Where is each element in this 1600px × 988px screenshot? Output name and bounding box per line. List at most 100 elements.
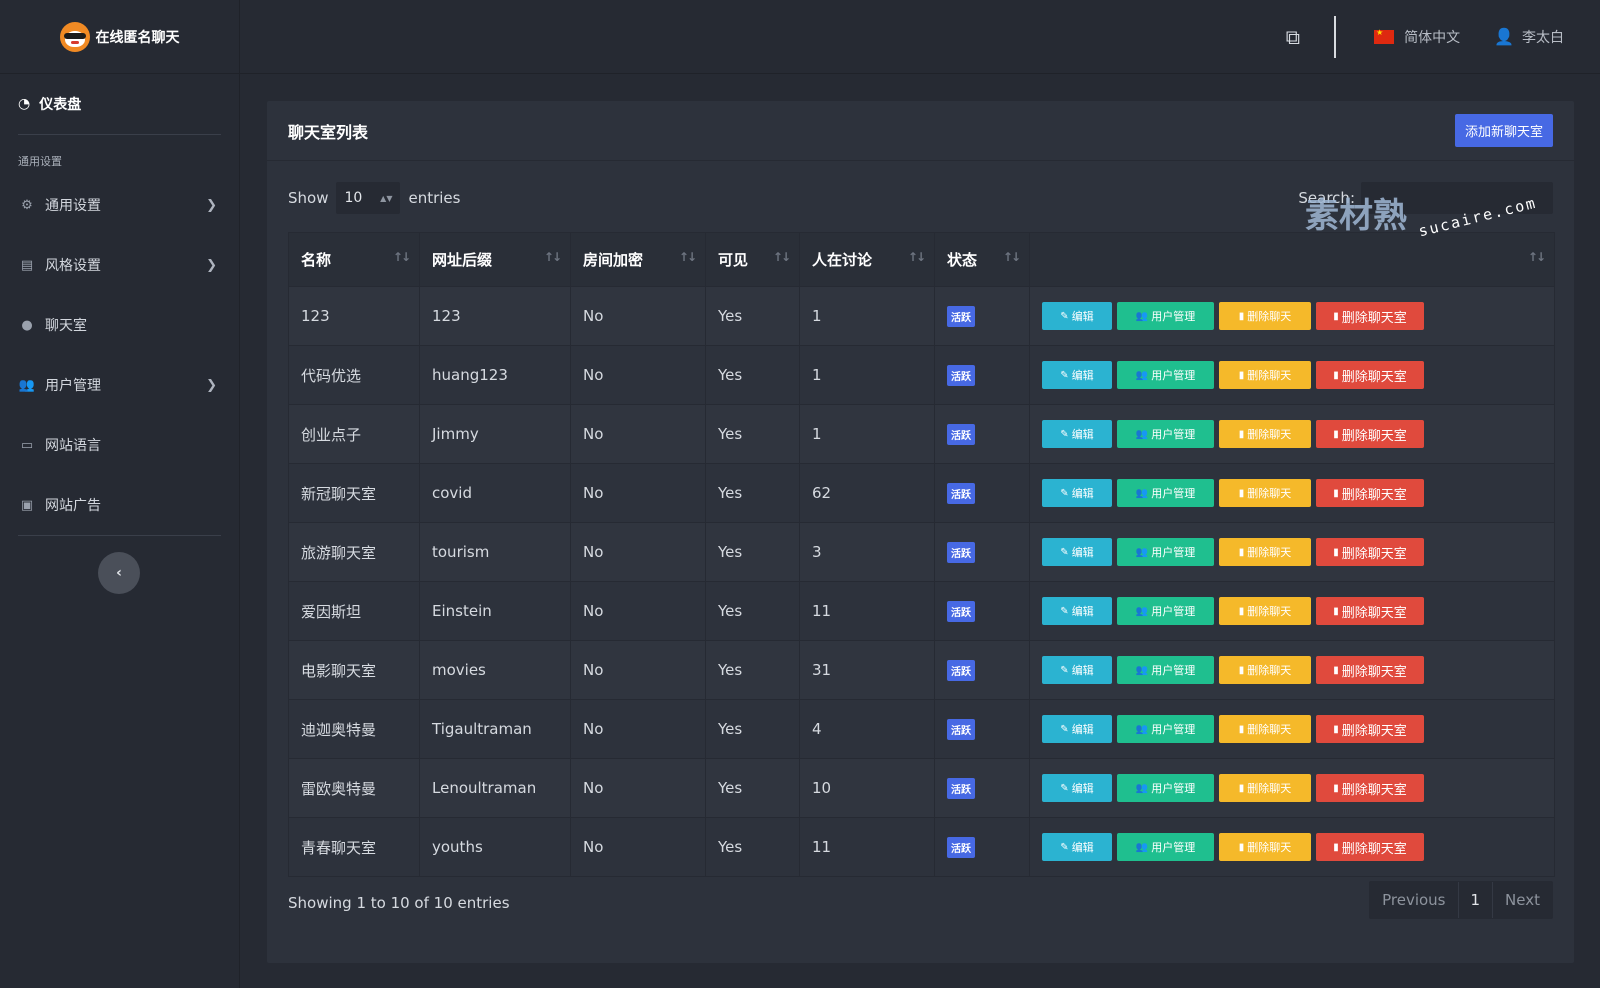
user-management-button[interactable]: 👥 用户管理 xyxy=(1117,479,1214,507)
language-selector[interactable]: 简体中文 xyxy=(1404,27,1460,47)
delete-chatroom-button[interactable]: ▮ 删除聊天室 xyxy=(1316,420,1424,448)
delete-chatroom-button[interactable]: ▮ 删除聊天室 xyxy=(1316,715,1424,743)
clear-chat-button[interactable]: ▮ 删除聊天 xyxy=(1219,302,1311,330)
clear-chat-button[interactable]: ▮ 删除聊天 xyxy=(1219,597,1311,625)
table-row: 新冠聊天室 covid No Yes 62 活跃 ✎ 编辑 👥 用户管理 ▮ 删除聊天 ▮ 删除聊天室 xyxy=(288,463,1555,523)
user-management-button[interactable]: 👥 用户管理 xyxy=(1117,302,1214,330)
user-management-button[interactable]: 👥 用户管理 xyxy=(1117,597,1214,625)
sidebar-item-label: 网站语言 xyxy=(45,438,101,454)
trash-icon: ▮ xyxy=(1333,369,1339,381)
sidebar-item-style-settings[interactable]: ▤ 风格设置 ❯ xyxy=(0,235,239,295)
clear-chat-button[interactable]: ▮ 删除聊天 xyxy=(1219,479,1311,507)
sidebar-item-ads[interactable]: ▣ 网站广告 xyxy=(0,475,239,535)
users-icon: 👥 xyxy=(1135,782,1149,794)
sidebar-item-label: 网站广告 xyxy=(45,498,101,514)
table-row: 旅游聊天室 tourism No Yes 3 活跃 ✎ 编辑 👥 用户管理 ▮ 删除聊天 ▮ 删除聊天室 xyxy=(288,522,1555,582)
trash-icon: ▮ xyxy=(1333,605,1339,617)
delete-chatroom-button[interactable]: ▮ 删除聊天室 xyxy=(1316,656,1424,684)
external-link-icon[interactable]: ⧉ xyxy=(1286,25,1300,49)
edit-button[interactable]: ✎ 编辑 xyxy=(1042,420,1112,448)
page-size-select[interactable]: 10 ▲▼ xyxy=(336,182,401,214)
clear-chat-button[interactable]: ▮ 删除聊天 xyxy=(1219,774,1311,802)
edit-button[interactable]: ✎ 编辑 xyxy=(1042,538,1112,566)
edit-button[interactable]: ✎ 编辑 xyxy=(1042,479,1112,507)
users-icon: 👥 xyxy=(1135,428,1149,440)
column-header-slug[interactable]: 网址后缀 ↑↓ xyxy=(419,232,571,287)
edit-icon: ✎ xyxy=(1060,664,1069,676)
clear-chat-button[interactable]: ▮ 删除聊天 xyxy=(1219,361,1311,389)
users-icon: 👥 xyxy=(1135,487,1149,499)
edit-button[interactable]: ✎ 编辑 xyxy=(1042,361,1112,389)
clear-chat-button[interactable]: ▮ 删除聊天 xyxy=(1219,420,1311,448)
cell-slug: covid xyxy=(419,463,571,523)
china-flag-icon[interactable] xyxy=(1374,28,1395,44)
column-header-online[interactable]: 人在讨论 ↑↓ xyxy=(799,232,935,287)
trash-icon: ▮ xyxy=(1333,310,1339,322)
edit-button[interactable]: ✎ 编辑 xyxy=(1042,715,1112,743)
clear-chat-button[interactable]: ▮ 删除聊天 xyxy=(1219,538,1311,566)
pagination-page[interactable]: 1 xyxy=(1457,882,1494,918)
pagination-previous[interactable]: Previous xyxy=(1370,882,1457,918)
sidebar-collapse-button[interactable]: ‹ xyxy=(98,552,140,594)
clear-chat-button[interactable]: ▮ 删除聊天 xyxy=(1219,833,1311,861)
cell-online: 3 xyxy=(799,522,935,582)
column-header-status[interactable]: 状态 ↑↓ xyxy=(934,232,1030,287)
status-badge: 活跃 xyxy=(947,541,975,563)
delete-chatroom-button[interactable]: ▮ 删除聊天室 xyxy=(1316,361,1424,389)
delete-chatroom-button[interactable]: ▮ 删除聊天室 xyxy=(1316,302,1424,330)
delete-chatroom-button[interactable]: ▮ 删除聊天室 xyxy=(1316,538,1424,566)
page-title: 聊天室列表 xyxy=(288,122,369,142)
column-header-name[interactable]: 名称 ↑↓ xyxy=(288,232,420,287)
edit-button[interactable]: ✎ 编辑 xyxy=(1042,774,1112,802)
user-management-button[interactable]: 👥 用户管理 xyxy=(1117,361,1214,389)
status-badge: 活跃 xyxy=(947,836,975,858)
cell-encrypted: No xyxy=(570,404,706,464)
watermark-url: sucaire.com xyxy=(1416,193,1539,241)
user-management-button[interactable]: 👥 用户管理 xyxy=(1117,774,1214,802)
user-menu[interactable]: 李太白 xyxy=(1522,27,1564,47)
sidebar-item-chatrooms[interactable]: ● 聊天室 xyxy=(0,295,239,355)
sidebar-item-dashboard[interactable]: ◔ 仪表盘 xyxy=(0,74,239,134)
clear-chat-button[interactable]: ▮ 删除聊天 xyxy=(1219,715,1311,743)
chevron-right-icon: ❯ xyxy=(206,197,217,213)
delete-chatroom-button[interactable]: ▮ 删除聊天室 xyxy=(1316,833,1424,861)
edit-icon: ✎ xyxy=(1060,487,1069,499)
edit-button[interactable]: ✎ 编辑 xyxy=(1042,833,1112,861)
sidebar-item-general-settings[interactable]: ⚙ 通用设置 ❯ xyxy=(0,175,239,235)
topbar: ⧉ 简体中文 👤 李太白 xyxy=(240,0,1600,74)
cell-actions: ✎ 编辑 👥 用户管理 ▮ 删除聊天 ▮ 删除聊天室 xyxy=(1029,345,1555,405)
trash-icon: ▮ xyxy=(1238,664,1245,676)
sidebar-item-language[interactable]: ▭ 网站语言 xyxy=(0,415,239,475)
brand[interactable]: 在线匿名聊天 xyxy=(0,0,239,74)
edit-button[interactable]: ✎ 编辑 xyxy=(1042,656,1112,684)
cell-slug: 123 xyxy=(419,286,571,346)
delete-chatroom-button[interactable]: ▮ 删除聊天室 xyxy=(1316,774,1424,802)
pagination-next[interactable]: Next xyxy=(1493,882,1552,918)
edit-button[interactable]: ✎ 编辑 xyxy=(1042,597,1112,625)
edit-button[interactable]: ✎ 编辑 xyxy=(1042,302,1112,330)
user-icon[interactable]: 👤 xyxy=(1494,27,1514,46)
user-management-button[interactable]: 👥 用户管理 xyxy=(1117,833,1214,861)
watermark: 素材熟 sucaire.com xyxy=(1305,188,1575,252)
column-header-encrypted[interactable]: 房间加密 ↑↓ xyxy=(570,232,706,287)
cell-slug: youths xyxy=(419,817,571,877)
status-badge: 活跃 xyxy=(947,659,975,681)
user-management-button[interactable]: 👥 用户管理 xyxy=(1117,538,1214,566)
trash-icon: ▮ xyxy=(1238,428,1245,440)
sidebar-item-users[interactable]: 👥 用户管理 ❯ xyxy=(0,355,239,415)
cell-name: 电影聊天室 xyxy=(288,640,420,700)
user-management-button[interactable]: 👥 用户管理 xyxy=(1117,715,1214,743)
delete-chatroom-button[interactable]: ▮ 删除聊天室 xyxy=(1316,479,1424,507)
column-header-visible[interactable]: 可见 ↑↓ xyxy=(705,232,800,287)
trash-icon: ▮ xyxy=(1333,546,1339,558)
delete-chatroom-button[interactable]: ▮ 删除聊天室 xyxy=(1316,597,1424,625)
cell-online: 1 xyxy=(799,404,935,464)
user-management-button[interactable]: 👥 用户管理 xyxy=(1117,420,1214,448)
sort-icon: ↑↓ xyxy=(772,250,791,264)
cell-encrypted: No xyxy=(570,699,706,759)
clear-chat-button[interactable]: ▮ 删除聊天 xyxy=(1219,656,1311,684)
gear-icon: ⚙ xyxy=(21,197,33,213)
entries-label: entries xyxy=(408,189,461,207)
user-management-button[interactable]: 👥 用户管理 xyxy=(1117,656,1214,684)
add-chatroom-button[interactable]: 添加新聊天室 xyxy=(1454,114,1553,147)
